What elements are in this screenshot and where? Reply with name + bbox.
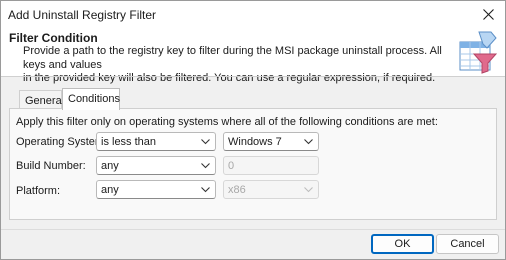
tab-conditions-label: Conditions (68, 93, 120, 105)
registry-filter-icon (459, 31, 497, 74)
header-title: Filter Condition (9, 31, 98, 45)
os-operator-value: is less than (101, 136, 157, 148)
build-number-label: Build Number: (16, 160, 86, 172)
platform-value: x86 (228, 184, 246, 196)
cancel-button[interactable]: Cancel (436, 234, 499, 254)
platform-operator-select[interactable]: any (96, 180, 216, 199)
build-operator-value: any (101, 160, 119, 172)
footer-divider (1, 229, 505, 230)
dialog-header: Filter Condition Provide a path to the r… (1, 28, 505, 84)
title-bar: Add Uninstall Registry Filter (1, 1, 505, 28)
header-description: Provide a path to the registry key to fi… (23, 45, 442, 84)
chevron-down-icon (201, 163, 210, 169)
platform-operator-value: any (101, 184, 119, 196)
ok-button[interactable]: OK (371, 234, 434, 254)
close-icon (482, 9, 494, 20)
window-title: Add Uninstall Registry Filter (8, 8, 157, 22)
conditions-intro: Apply this filter only on operating syst… (16, 116, 438, 128)
dialog-window: Add Uninstall Registry Filter Filter Con… (0, 0, 506, 260)
os-label: Operating System: (16, 136, 108, 148)
platform-select[interactable]: x86 (223, 180, 319, 199)
platform-label: Platform: (16, 185, 61, 197)
chevron-down-icon (304, 187, 313, 193)
chevron-down-icon (201, 139, 210, 145)
header-divider (1, 76, 505, 77)
chevron-down-icon (201, 187, 210, 193)
os-version-value: Windows 7 (228, 136, 282, 148)
build-operator-select[interactable]: any (96, 156, 216, 175)
os-version-select[interactable]: Windows 7 (223, 132, 319, 151)
tab-general[interactable]: General (19, 90, 65, 109)
chevron-down-icon (304, 139, 313, 145)
tab-conditions[interactable]: Conditions (62, 88, 120, 110)
close-button[interactable] (471, 1, 505, 28)
build-number-input[interactable]: 0 (223, 156, 319, 175)
os-operator-select[interactable]: is less than (96, 132, 216, 151)
build-number-value: 0 (228, 160, 235, 172)
tab-general-label: General (25, 95, 65, 107)
